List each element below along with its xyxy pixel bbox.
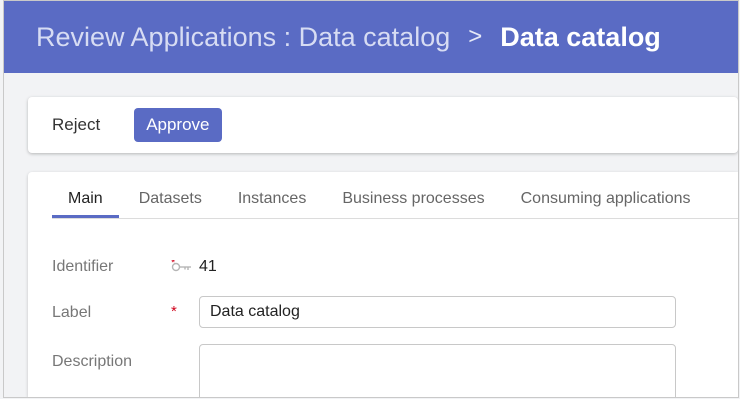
approve-button[interactable]: Approve [134, 108, 222, 142]
action-bar: Reject Approve [28, 97, 738, 153]
page-header: Review Applications : Data catalog > Dat… [4, 1, 738, 73]
tab-datasets[interactable]: Datasets [123, 190, 218, 218]
required-marker: * [171, 303, 177, 320]
breadcrumb-separator-icon: > [468, 23, 483, 50]
identifier-label: Identifier [52, 258, 114, 275]
tab-main[interactable]: Main [52, 190, 119, 218]
description-field[interactable] [199, 344, 676, 397]
key-icon: * [171, 257, 193, 279]
tab-instances[interactable]: Instances [222, 190, 322, 218]
page-title: Data catalog [500, 21, 661, 52]
tab-bar: Main Datasets Instances Business process… [52, 172, 738, 219]
reject-button[interactable]: Reject [52, 109, 100, 141]
tab-business-processes[interactable]: Business processes [326, 190, 500, 218]
label-field[interactable]: Data catalog [199, 296, 676, 328]
breadcrumb-review-applications[interactable]: Review Applications : Data catalog [36, 22, 450, 53]
identifier-value: 41 [199, 258, 217, 275]
app-window: Review Applications : Data catalog > Dat… [3, 0, 739, 398]
form-card: Main Datasets Instances Business process… [28, 172, 738, 397]
tab-consuming-applications[interactable]: Consuming applications [505, 190, 707, 218]
description-label: Description [52, 353, 133, 370]
svg-text:*: * [171, 260, 176, 269]
label-label: Label [52, 304, 92, 321]
